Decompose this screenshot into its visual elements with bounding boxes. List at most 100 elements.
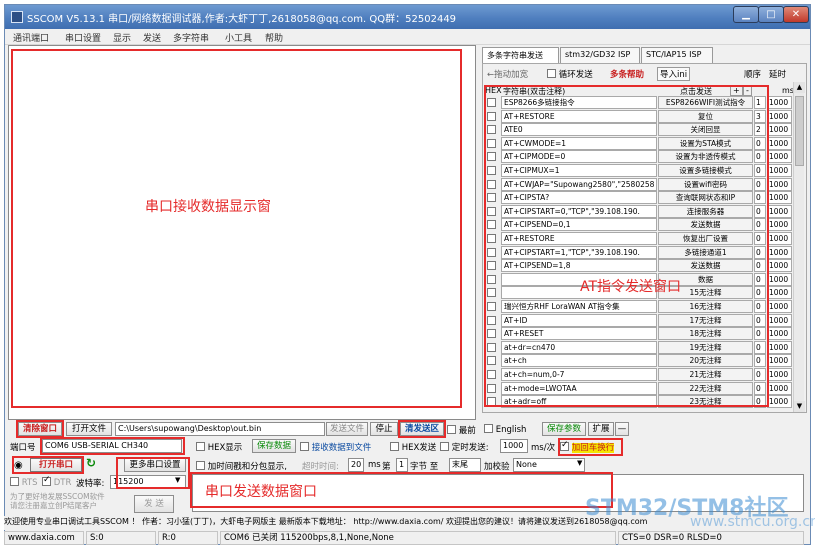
hex-send-box[interactable]	[390, 442, 399, 451]
row-delay-input[interactable]: 1000	[767, 204, 792, 218]
hex-display-box[interactable]	[196, 442, 205, 451]
row-delay-input[interactable]: 1000	[767, 164, 792, 177]
refresh-icon[interactable]: ↻	[86, 456, 96, 470]
row-delay-input[interactable]: 1000	[767, 191, 792, 205]
row-delay-input[interactable]: 1000	[767, 259, 792, 273]
receive-highlight	[11, 49, 462, 408]
hex-display-label: HEX显示	[207, 443, 243, 453]
byte-input[interactable]: 1	[396, 458, 408, 472]
timed-send-box[interactable]	[440, 442, 449, 451]
row-delay-input[interactable]: 1000	[767, 218, 792, 232]
row-delay-input[interactable]: 1000	[767, 313, 792, 327]
open-file-button[interactable]: 打开文件	[66, 422, 112, 436]
import-ini-button[interactable]: 导入ini	[657, 67, 691, 81]
recv-to-file-label: 接收数据到文件	[311, 443, 372, 453]
expand-button[interactable]: 扩展	[588, 422, 614, 436]
menu-display[interactable]: 显示	[113, 31, 131, 44]
tab-stm32-isp[interactable]: stm32/GD32 ISP	[560, 47, 640, 63]
row-delay-input[interactable]: 1000	[767, 136, 792, 150]
send-file-button[interactable]: 发送文件	[326, 422, 368, 436]
menu-multi-string[interactable]: 多字符串	[173, 31, 209, 44]
app-icon	[11, 11, 23, 23]
multi-toolbar: ←拖动加宽 循环发送 多条帮助 导入ini 顺序 延时	[487, 66, 805, 82]
timed-send-checkbox[interactable]: 定时发送:	[440, 441, 489, 453]
row-delay-input[interactable]: 1000	[767, 272, 792, 286]
hex-send-checkbox[interactable]: HEX发送	[390, 441, 436, 453]
timed-send-input[interactable]: 1000	[500, 439, 528, 453]
maximize-button[interactable]: □	[758, 6, 784, 23]
row-delay-input[interactable]: 1000	[767, 96, 792, 109]
recv-to-file-box[interactable]	[300, 442, 309, 451]
row-delay-input[interactable]: 1000	[767, 150, 792, 164]
end-select[interactable]: 末尾	[449, 458, 481, 472]
at-command-highlight	[484, 85, 769, 407]
row-delay-input[interactable]: 1000	[767, 381, 792, 395]
menu-tools[interactable]: 小工具	[225, 31, 252, 44]
timed-unit-label: ms/次	[531, 443, 556, 453]
delay-header: 延时	[769, 70, 787, 80]
row-delay-input[interactable]: 1000	[767, 177, 792, 191]
recv-to-file-checkbox[interactable]: 接收数据到文件	[300, 441, 371, 453]
timestamp-box[interactable]	[196, 461, 205, 470]
menu-port[interactable]: 通讯端口	[13, 31, 49, 44]
rts-checkbox[interactable]: RTS	[10, 477, 38, 488]
scroll-down-icon[interactable]: ▼	[794, 401, 805, 412]
checksum-select[interactable]: None	[513, 458, 585, 472]
at-command-annotation: AT指令发送窗口	[580, 279, 682, 295]
loop-send-box[interactable]	[547, 69, 556, 78]
line-status: CTS=0 DSR=0 RLSD=0	[618, 531, 804, 545]
dtr-box[interactable]	[42, 475, 51, 486]
loop-send-label: 循环发送	[558, 70, 593, 80]
timeout-input[interactable]: 20	[348, 458, 364, 472]
row-delay-input[interactable]: 1000	[767, 354, 792, 368]
multi-help-button[interactable]: 多条帮助	[610, 68, 644, 80]
english-label: English	[495, 425, 527, 435]
scroll-thumb[interactable]	[795, 96, 804, 166]
checksum-dropdown-icon[interactable]: ▼	[577, 459, 582, 467]
hex-display-checkbox[interactable]: HEX显示	[196, 441, 242, 453]
row-delay-input[interactable]: 1000	[767, 340, 792, 354]
menu-serial-settings[interactable]: 串口设置	[65, 31, 101, 44]
rts-box[interactable]	[10, 477, 19, 486]
command-scrollbar[interactable]: ▲ ▼	[793, 82, 805, 412]
drag-widen-label[interactable]: ←拖动加宽	[487, 68, 528, 80]
menu-help[interactable]: 帮助	[265, 31, 283, 44]
topmost-checkbox[interactable]: 最前	[447, 424, 476, 436]
row-delay-input[interactable]: 1000	[767, 232, 792, 245]
minimize-button[interactable]: ▁	[733, 6, 759, 23]
timeout-label: 超时时间:	[302, 462, 339, 472]
menu-send[interactable]: 发送	[143, 31, 161, 44]
dtr-checkbox[interactable]: DTR	[42, 475, 71, 488]
row-delay-input[interactable]: 1000	[767, 327, 792, 341]
timed-send-label: 定时发送:	[451, 443, 489, 453]
save-data-button[interactable]: 保存数据	[252, 439, 296, 453]
topmost-box[interactable]	[447, 425, 456, 434]
stop-button[interactable]: 停止	[370, 422, 398, 436]
row-delay-input[interactable]: 1000	[767, 300, 792, 313]
collapse-button[interactable]: —	[615, 422, 629, 436]
baud-label: 波特率:	[76, 479, 105, 489]
timestamp-checkbox[interactable]: 加时间戳和分包显示,	[196, 460, 287, 472]
send-button[interactable]: 发 送	[134, 495, 174, 513]
row-delay-input[interactable]: 1000	[767, 109, 792, 123]
port-status: COM6 已关闭 115200bps,8,1,None,None	[220, 531, 616, 545]
loop-send-checkbox[interactable]: 循环发送	[547, 68, 593, 80]
tab-stc-isp[interactable]: STC/IAP15 ISP	[641, 47, 713, 63]
save-params-button[interactable]: 保存参数	[542, 422, 586, 436]
watermark-url: www.stmcu.org.cn	[690, 514, 815, 530]
rts-label: RTS	[21, 478, 38, 488]
promo-text[interactable]: 为了更好地发展SSCOM软件 请您注册嘉立创P结尾客户	[10, 492, 105, 510]
row-delay-input[interactable]: 1000	[767, 245, 792, 259]
site-link[interactable]: www.daxia.com	[4, 531, 84, 545]
row-delay-input[interactable]: 1000	[767, 368, 792, 381]
row-delay-input[interactable]: 1000	[767, 286, 792, 300]
close-button[interactable]: ✕	[783, 6, 809, 23]
add-crlf-highlight	[558, 438, 623, 456]
scroll-up-icon[interactable]: ▲	[794, 82, 805, 93]
row-delay-input[interactable]: 1000	[767, 395, 792, 409]
file-path-input[interactable]: C:\Users\supowang\Desktop\out.bin	[115, 422, 325, 436]
tab-multi-string[interactable]: 多条字符串发送	[482, 47, 559, 63]
english-box[interactable]	[484, 424, 493, 433]
english-checkbox[interactable]: English	[484, 424, 526, 435]
row-delay-input[interactable]: 1000	[767, 123, 792, 137]
